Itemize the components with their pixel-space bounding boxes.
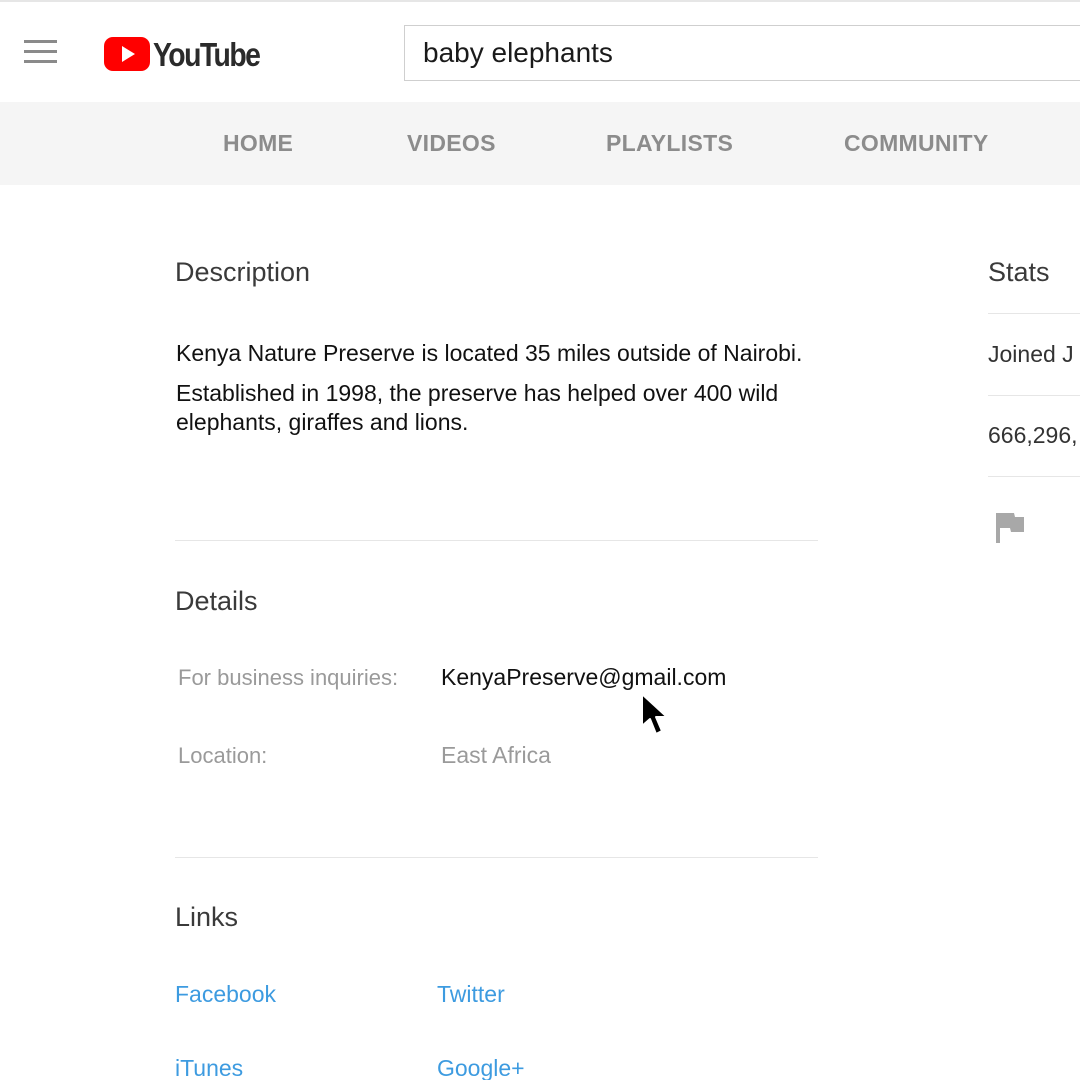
tab-videos[interactable]: VIDEOS — [407, 130, 496, 157]
location-value: East Africa — [441, 742, 551, 768]
stats-title: Stats — [988, 257, 1050, 287]
description-title: Description — [175, 257, 311, 287]
tab-home[interactable]: HOME — [223, 130, 293, 157]
hamburger-menu-icon[interactable] — [24, 40, 57, 64]
stats-divider — [988, 395, 1080, 396]
view-count: 666,296, — [988, 422, 1078, 448]
stats-divider — [988, 476, 1080, 477]
search-input[interactable] — [404, 25, 1080, 81]
channel-about-page: YouTube HOME VIDEOS PLAYLISTS COMMUNITY … — [0, 0, 1080, 1080]
details-title: Details — [175, 586, 258, 616]
location-label: Location: — [178, 743, 268, 768]
links-title: Links — [175, 902, 239, 932]
logo-text: YouTube — [153, 35, 261, 73]
masthead: YouTube — [0, 0, 1080, 102]
tab-community[interactable]: COMMUNITY — [844, 130, 989, 157]
mouse-cursor-icon — [641, 693, 668, 735]
link-twitter[interactable]: Twitter — [437, 981, 505, 1008]
description-line: elephants, giraffes and lions. — [176, 409, 469, 435]
description-line: Established in 1998, the preserve has he… — [176, 380, 779, 406]
description-line: Kenya Nature Preserve is located 35 mile… — [176, 340, 803, 366]
youtube-play-icon — [104, 37, 150, 71]
link-facebook[interactable]: Facebook — [175, 981, 276, 1008]
link-itunes[interactable]: iTunes — [175, 1055, 243, 1080]
tab-playlists[interactable]: PLAYLISTS — [606, 130, 733, 157]
link-google-plus[interactable]: Google+ — [437, 1055, 525, 1080]
youtube-logo[interactable]: YouTube — [104, 34, 277, 74]
flag-icon[interactable] — [995, 512, 1025, 544]
channel-tabs: HOME VIDEOS PLAYLISTS COMMUNITY — [0, 102, 1080, 185]
joined-date: Joined J — [988, 341, 1074, 367]
section-divider — [175, 857, 818, 858]
business-inquiries-label: For business inquiries: — [178, 665, 399, 690]
stats-divider — [988, 313, 1080, 314]
section-divider — [175, 540, 818, 541]
business-email-value[interactable]: KenyaPreserve@gmail.com — [441, 664, 726, 691]
